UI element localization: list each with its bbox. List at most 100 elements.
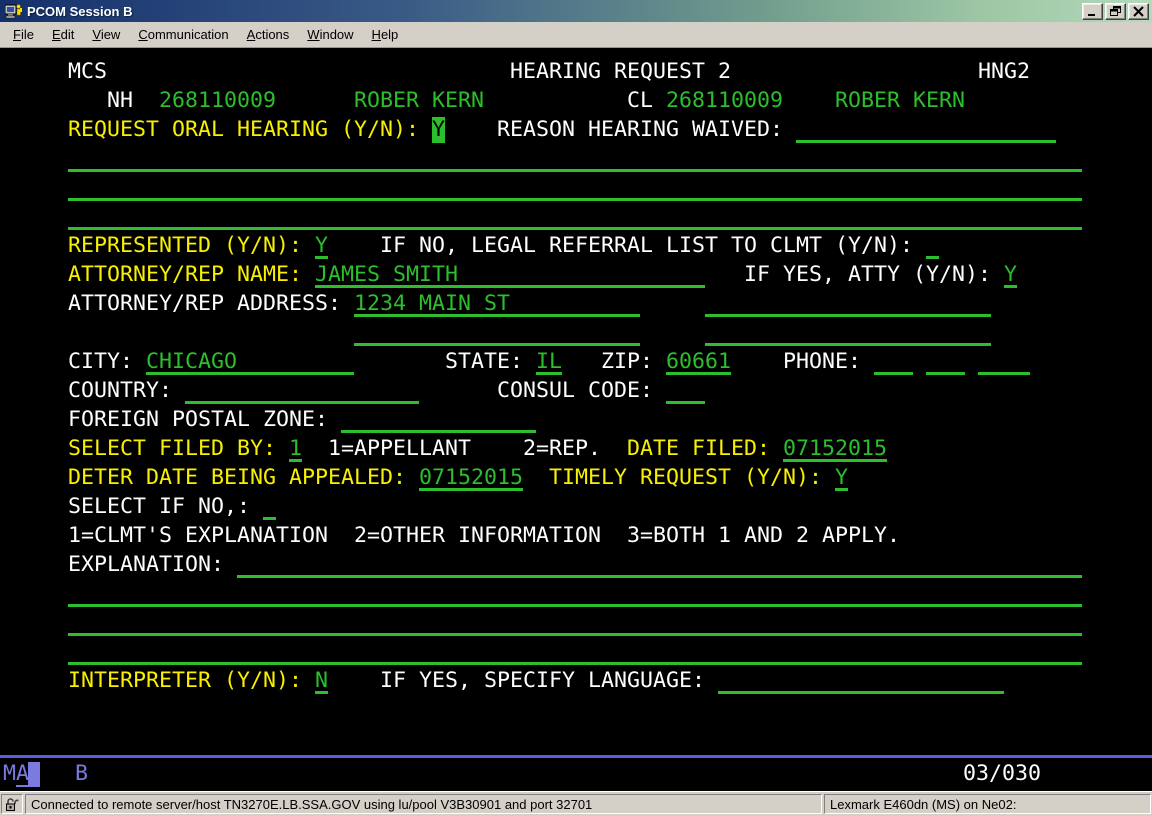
field-date-filed[interactable]: 07152015 [783,436,887,462]
field-select-filed-by[interactable]: 1 [289,436,302,462]
field-explanation-line-4[interactable] [68,639,1082,665]
terminal-label: ZIP: [601,349,653,375]
terminal-label: DATE FILED: [627,436,770,462]
terminal-row-16: 1=CLMT'S EXPLANATION 2=OTHER INFORMATION… [0,522,1152,551]
terminal-label: ROBER KERN [354,88,484,114]
menu-item-actions[interactable]: Actions [238,24,299,45]
field-explanation-line-3[interactable] [68,610,1082,636]
restore-button[interactable] [1105,3,1126,20]
terminal-label: IF YES, ATTY (Y/N): [744,262,991,288]
menu-item-window[interactable]: Window [298,24,362,45]
terminal-label: CITY: [68,349,133,375]
padlock-icon [5,797,20,812]
terminal-screen[interactable]: MCSHEARING REQUEST 2HNG2NH268110009ROBER… [0,48,1152,755]
terminal-label: INTERPRETER (Y/N): [68,668,302,694]
terminal-row-19 [0,609,1152,638]
field-state[interactable]: IL [536,349,562,375]
terminal-row-21: INTERPRETER (Y/N): N IF YES, SPECIFY LANGU… [0,667,1152,696]
field-legal-referral-list[interactable] [926,233,939,259]
terminal-row-18 [0,580,1152,609]
field-reason-hearing-waived-line-3[interactable] [68,175,1082,201]
terminal-row-11: COUNTRY: CONSUL CODE: [0,377,1152,406]
field-phone-prefix[interactable] [926,349,965,375]
field-attorney-rep-address-3[interactable] [354,320,640,346]
menu-item-help[interactable]: Help [363,24,408,45]
field-timely-request[interactable]: Y [835,465,848,491]
terminal-label: COUNTRY: [68,378,172,404]
menu-item-view[interactable]: View [83,24,129,45]
pcom-window: PCOM Session B FileEditViewCommunication… [0,0,1152,816]
menu-bar: FileEditViewCommunicationActionsWindowHe… [0,22,1152,48]
terminal-label: NH [107,88,133,114]
field-explanation-line-2[interactable] [68,581,1082,607]
terminal-row-8: ATTORNEY/REP ADDRESS: 1234 MAIN ST [0,290,1152,319]
connection-status: Connected to remote server/host TN3270E.… [25,794,822,814]
field-deter-date-being-appealed[interactable]: 07152015 [419,465,523,491]
field-attorney-rep-address-1[interactable]: 1234 MAIN ST [354,291,640,317]
field-specify-language[interactable] [718,668,1004,694]
field-reason-hearing-waived[interactable] [796,117,1056,143]
close-button[interactable] [1128,3,1149,20]
minimize-icon [1086,6,1099,17]
close-icon [1132,6,1145,17]
terminal-label: FOREIGN POSTAL ZONE: [68,407,328,433]
terminal-row-15: SELECT IF NO,: [0,493,1152,522]
field-represented[interactable]: Y [315,233,328,259]
terminal-label: MCS [68,59,107,85]
printer-status: Lexmark E460dn (MS) on Ne02: [824,794,1151,814]
field-city[interactable]: CHICAGO [146,349,354,375]
field-foreign-postal-zone[interactable] [341,407,536,433]
terminal-label: IF NO, LEGAL REFERRAL LIST TO CLMT (Y/N)… [380,233,913,259]
field-interpreter[interactable]: N [315,668,328,694]
terminal-label: SELECT FILED BY: [68,436,276,462]
terminal-row-4 [0,174,1152,203]
terminal-label: IF YES, SPECIFY LANGUAGE: [380,668,705,694]
menu-item-file[interactable]: File [4,24,43,45]
terminal-label: HEARING REQUEST 2 [510,59,731,85]
terminal-label: ROBER KERN [835,88,965,114]
terminal-row-1: NH268110009ROBER KERNCL268110009ROBER KE… [0,87,1152,116]
field-attorney-rep-name[interactable]: JAMES SMITH [315,262,705,288]
menu-item-edit[interactable]: Edit [43,24,83,45]
terminal-label: ATTORNEY/REP ADDRESS: [68,291,341,317]
terminal-row-2: REQUEST ORAL HEARING (Y/N):YREASON HEARI… [0,116,1152,145]
terminal-row-0: MCSHEARING REQUEST 2HNG2 [0,58,1152,87]
terminal-row-5 [0,203,1152,232]
terminal-label: 1=APPELLANT [328,436,471,462]
terminal-label: EXPLANATION: [68,552,224,578]
field-request-oral-hearing[interactable]: Y [432,117,445,143]
oia-status-row: M A B 03/030 [0,758,1152,791]
window-title: PCOM Session B [27,4,1082,19]
field-phone-area[interactable] [874,349,913,375]
terminal-label: TIMELY REQUEST (Y/N): [549,465,822,491]
field-consul-code[interactable] [666,378,705,404]
menu-item-communication[interactable]: Communication [129,24,237,45]
terminal-row-13: SELECT FILED BY: 1 1=APPELLANT 2=REP. DATE F… [0,435,1152,464]
terminal-label: 2=REP. [523,436,601,462]
app-icon [5,3,22,19]
terminal-label: CONSUL CODE: [497,378,653,404]
terminal-label: CL [627,88,653,114]
terminal-label: 1=CLMT'S EXPLANATION 2=OTHER INFORMATION… [68,523,900,549]
field-explanation[interactable] [237,552,1082,578]
minimize-button[interactable] [1082,3,1103,20]
field-phone-line[interactable] [978,349,1030,375]
restore-icon [1109,6,1122,17]
oia-connection-block [28,762,40,787]
terminal-row-12: FOREIGN POSTAL ZONE: [0,406,1152,435]
oia-indicator-m: M [3,761,16,787]
terminal-label: REQUEST ORAL HEARING (Y/N): [68,117,419,143]
field-reason-hearing-waived-line-2[interactable] [68,146,1082,172]
field-atty-yn[interactable]: Y [1004,262,1017,288]
field-country[interactable] [185,378,419,404]
terminal-label: ATTORNEY/REP NAME: [68,262,302,288]
terminal-row-17: EXPLANATION: [0,551,1152,580]
field-attorney-rep-address-4[interactable] [705,320,991,346]
terminal-label: 268110009 [159,88,276,114]
terminal-row-10: CITY:CHICAGOSTATE:ILZIP:60661PHONE: [0,348,1152,377]
field-reason-hearing-waived-line-4[interactable] [68,204,1082,230]
field-select-if-no[interactable] [263,494,276,520]
field-zip[interactable]: 60661 [666,349,731,375]
field-attorney-rep-address-2[interactable] [705,291,991,317]
terminal-label: STATE: [445,349,523,375]
